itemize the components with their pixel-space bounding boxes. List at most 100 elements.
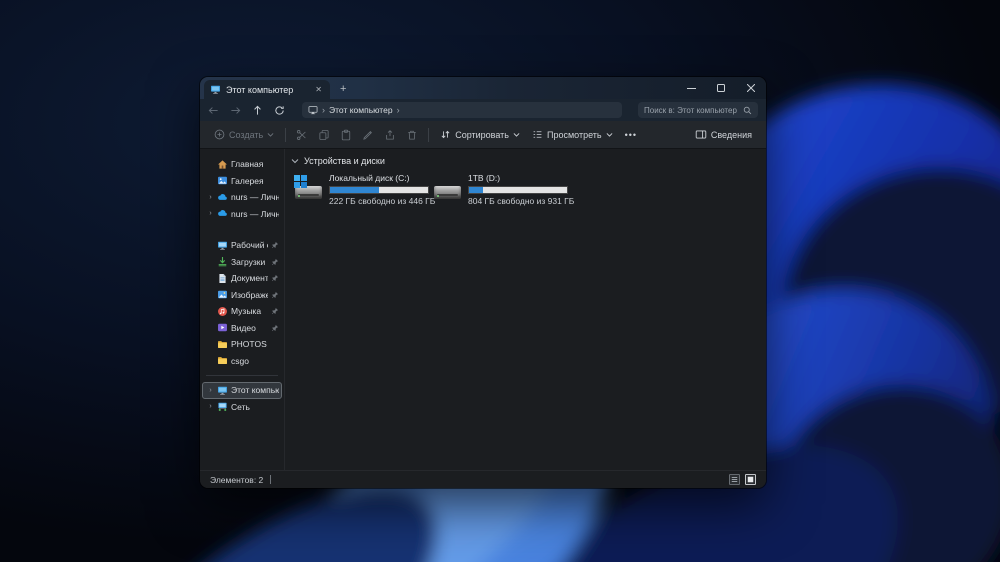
sidebar-item-desktop[interactable]: Рабочий стол: [202, 237, 282, 254]
delete-icon[interactable]: [401, 129, 423, 141]
sidebar-item-photos-folder[interactable]: PHOTOS: [202, 336, 282, 353]
chevron-right-icon[interactable]: ›: [397, 105, 400, 115]
view-list-icon: [532, 129, 543, 140]
drive-tile-c[interactable]: Локальный диск (C:) 222 ГБ свободно из 4…: [294, 173, 436, 206]
window-controls: [676, 77, 766, 99]
status-separator: [270, 475, 272, 484]
details-pane-icon: [695, 129, 707, 140]
search-icon[interactable]: [743, 106, 752, 115]
share-icon[interactable]: [379, 129, 401, 141]
sidebar-item-documents[interactable]: Документы: [202, 270, 282, 287]
tab-bar: Этот компьютер ✕ +: [200, 77, 766, 99]
breadcrumb[interactable]: Этот компьютер: [329, 105, 393, 115]
copy-icon[interactable]: [313, 129, 335, 141]
search-box[interactable]: [638, 102, 758, 118]
more-options-button[interactable]: •••: [619, 130, 643, 140]
chevron-right-icon[interactable]: ›: [207, 210, 214, 217]
network-icon: [217, 401, 228, 412]
home-icon: [217, 159, 228, 170]
paste-icon[interactable]: [335, 129, 357, 141]
toolbar-separator: [285, 127, 287, 142]
sidebar-item-onedrive-1[interactable]: › nurs — Личное: [202, 189, 282, 206]
minimize-button[interactable]: [676, 77, 706, 99]
pin-icon: [271, 291, 279, 299]
chevron-right-icon[interactable]: ›: [207, 194, 214, 201]
sidebar-item-pictures[interactable]: Изображения: [202, 287, 282, 304]
chevron-down-icon: [513, 131, 520, 138]
drive-free-space: 222 ГБ свободно из 446 ГБ: [329, 196, 436, 206]
search-input[interactable]: [644, 105, 743, 115]
computer-icon: [308, 105, 318, 115]
plus-circle-icon: [214, 129, 225, 140]
chevron-right-icon[interactable]: ›: [207, 387, 214, 394]
cut-icon[interactable]: [291, 129, 313, 141]
drive-usage-bar: [329, 186, 429, 194]
pin-icon: [271, 258, 279, 266]
list-view-icon[interactable]: [729, 474, 740, 485]
large-icons-view-icon[interactable]: [745, 474, 756, 485]
address-field[interactable]: › Этот компьютер ›: [302, 102, 622, 118]
forward-arrow-icon[interactable]: [230, 105, 252, 116]
new-button-label: Создать: [229, 129, 264, 140]
more-ellipsis-icon: •••: [624, 129, 638, 140]
drive-usage-fill: [330, 187, 379, 193]
downloads-icon: [217, 256, 228, 267]
sidebar-separator: [206, 375, 278, 376]
new-button[interactable]: Создать: [208, 129, 280, 140]
sidebar-item-label: Галерея: [231, 175, 264, 186]
sidebar-item-label: Этот компьютер: [231, 385, 279, 396]
items-count: Элементов: 2: [210, 474, 264, 485]
chevron-down-icon[interactable]: [291, 157, 299, 165]
sidebar-item-label: Сеть: [231, 401, 250, 412]
tab-title: Этот компьютер: [226, 84, 294, 95]
desktop-icon: [217, 240, 228, 251]
close-button[interactable]: [736, 77, 766, 99]
navigation-pane: Главная Галерея › nurs — Личное ›: [200, 149, 284, 470]
tab-close-icon[interactable]: ✕: [313, 84, 324, 96]
drive-tile-d[interactable]: 1TB (D:) 804 ГБ свободно из 931 ГБ: [434, 173, 575, 206]
sidebar-item-home[interactable]: Главная: [202, 156, 282, 173]
sort-button[interactable]: Сортировать: [434, 129, 526, 140]
sidebar-item-music[interactable]: Музыка: [202, 303, 282, 320]
hard-drive-windows-icon: [294, 175, 323, 201]
details-pane-button[interactable]: Сведения: [689, 129, 758, 140]
windows-logo-icon: [294, 175, 307, 188]
group-header-label: Устройства и диски: [304, 156, 385, 166]
sidebar-item-this-pc[interactable]: › Этот компьютер: [202, 382, 282, 399]
drive-usage-bar: [468, 186, 568, 194]
new-tab-button[interactable]: +: [340, 84, 346, 95]
sidebar-item-onedrive-2[interactable]: › nurs — Личное: [202, 206, 282, 223]
documents-icon: [217, 273, 228, 284]
drive-free-space: 804 ГБ свободно из 931 ГБ: [468, 196, 575, 206]
view-button[interactable]: Просмотреть: [526, 129, 619, 140]
group-header-devices[interactable]: Устройства и диски: [289, 156, 766, 166]
toolbar-separator: [428, 127, 430, 142]
sidebar-item-network[interactable]: › Сеть: [202, 399, 282, 416]
pin-icon: [271, 241, 279, 249]
pin-icon: [271, 324, 279, 332]
chevron-down-icon: [267, 131, 274, 138]
sidebar-item-gallery[interactable]: Галерея: [202, 173, 282, 190]
pictures-icon: [217, 289, 228, 300]
command-bar: Создать Сортировать Просмотреть ••• Свед…: [200, 121, 766, 149]
refresh-icon[interactable]: [274, 105, 296, 116]
back-arrow-icon[interactable]: [208, 105, 230, 116]
drive-usage-fill: [469, 187, 483, 193]
sidebar-item-label: nurs — Личное: [231, 192, 279, 203]
maximize-button[interactable]: [706, 77, 736, 99]
tab-this-pc[interactable]: Этот компьютер ✕: [204, 80, 330, 99]
sidebar-item-videos[interactable]: Видео: [202, 320, 282, 337]
computer-icon: [210, 84, 221, 95]
sidebar-item-label: Изображения: [231, 289, 268, 300]
rename-icon[interactable]: [357, 129, 379, 141]
chevron-right-icon: ›: [322, 104, 325, 115]
onedrive-icon: [217, 192, 228, 203]
sidebar-item-label: nurs — Личное: [231, 208, 279, 219]
sidebar-item-label: Музыка: [231, 306, 262, 317]
sidebar-item-label: PHOTOS: [231, 339, 267, 350]
up-arrow-icon[interactable]: [252, 105, 274, 116]
sidebar-item-csgo-folder[interactable]: csgo: [202, 353, 282, 370]
chevron-right-icon[interactable]: ›: [207, 403, 214, 410]
pin-icon: [271, 274, 279, 282]
sidebar-item-downloads[interactable]: Загрузки: [202, 254, 282, 271]
